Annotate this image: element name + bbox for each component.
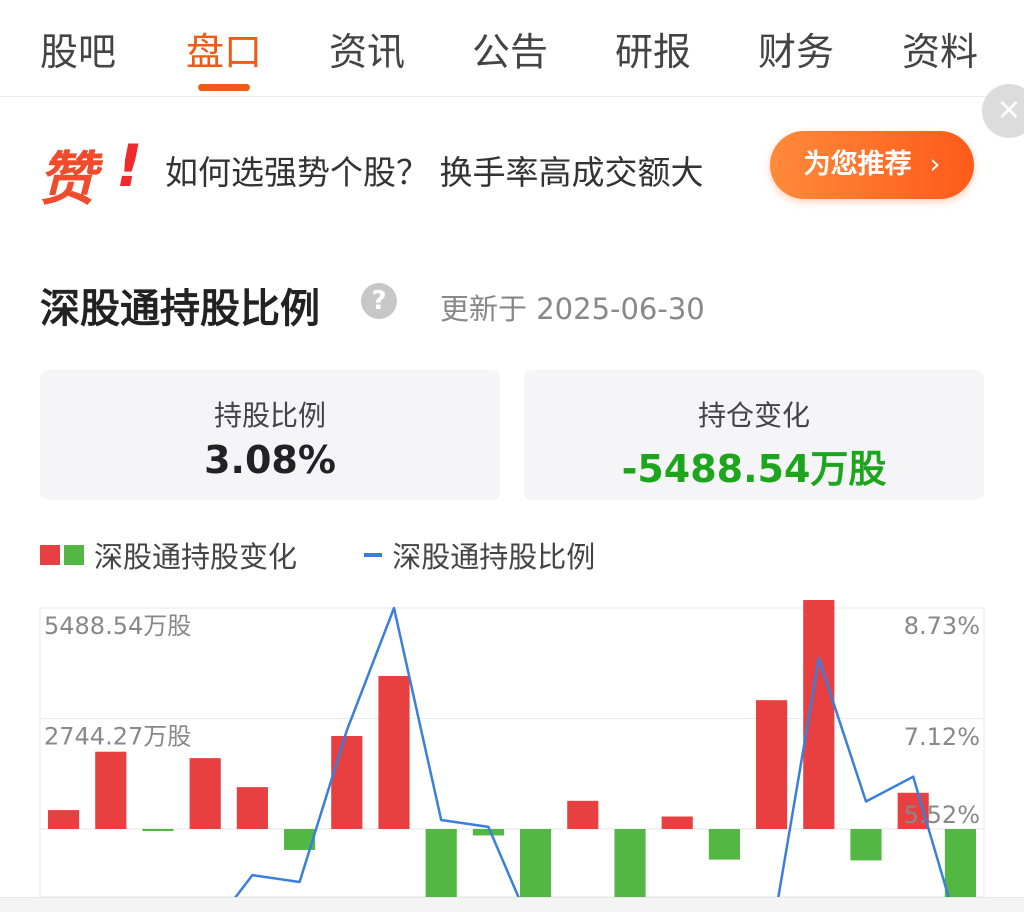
- bar-8: [425, 829, 457, 897]
- tab-bar: 股吧 盘口 资讯 公告 研报 财务 资料: [0, 0, 1024, 97]
- legend-line-swatch: [364, 553, 383, 557]
- chart-legend: 深股通持股变化 深股通持股比例: [40, 534, 595, 574]
- legend-red-swatch: [40, 545, 60, 565]
- zan-badge: 赞: [38, 145, 99, 213]
- tab-caiwu[interactable]: 财务: [758, 28, 834, 76]
- tab-guba[interactable]: 股吧: [40, 28, 116, 76]
- recommend-button-label: 为您推荐: [803, 149, 912, 180]
- section-title: 深股通持股比例: [40, 286, 320, 332]
- bar-1: [95, 751, 127, 829]
- close-icon[interactable]: ×: [982, 84, 1024, 138]
- bar-16: [803, 600, 835, 829]
- bar-14: [708, 829, 740, 860]
- bar-4: [236, 787, 268, 829]
- right-axis-label-0: 8.73%: [904, 612, 980, 640]
- bar-15: [756, 700, 788, 829]
- tab-yanbao[interactable]: 研报: [615, 28, 691, 76]
- bar-11: [567, 800, 599, 829]
- tab-ziliao[interactable]: 资料: [902, 28, 978, 76]
- holding-chart: 5488.54万股 2744.27万股 8.73% 7.12% 5.52%: [39, 600, 985, 897]
- bar-2: [142, 829, 174, 832]
- promo-text: 如何选强势个股？ 换手率高成交额大: [165, 153, 704, 192]
- tab-zixun[interactable]: 资讯: [329, 28, 405, 76]
- zan-exclaim: !: [116, 132, 143, 200]
- chart-frame: [39, 607, 985, 897]
- active-tab-indicator: [198, 84, 250, 91]
- position-change-label: 持仓变化: [697, 399, 810, 432]
- bar-0: [48, 810, 80, 829]
- left-axis-label-1: 2744.27万股: [44, 723, 191, 751]
- legend-bar-series: 深股通持股变化: [94, 540, 298, 574]
- help-icon[interactable]: ?: [361, 283, 397, 319]
- bar-7: [378, 675, 410, 829]
- bottom-edge: [0, 897, 1024, 912]
- bar-19: [944, 829, 976, 897]
- tab-gonggao[interactable]: 公告: [472, 28, 548, 76]
- chevron-right-icon: ›: [929, 149, 941, 180]
- update-date: 更新于 2025-06-30: [440, 292, 705, 326]
- holding-ratio-card: 持股比例 3.08%: [40, 370, 500, 500]
- bar-13: [661, 816, 693, 829]
- right-axis-label-2: 5.52%: [904, 801, 980, 829]
- tab-pankou[interactable]: 盘口: [186, 28, 262, 76]
- bar-12: [614, 829, 646, 897]
- position-change-value: -5488.54万股: [621, 447, 887, 491]
- bar-3: [189, 758, 221, 829]
- legend-green-swatch: [64, 545, 84, 565]
- bar-10: [520, 829, 552, 897]
- holding-ratio-label: 持股比例: [213, 399, 326, 432]
- bar-6: [331, 735, 363, 829]
- bar-17: [850, 829, 882, 861]
- legend-line-series: 深股通持股比例: [392, 540, 596, 574]
- right-axis-label-1: 7.12%: [904, 723, 980, 751]
- holding-ratio-value: 3.08%: [204, 438, 336, 482]
- position-change-card: 持仓变化 -5488.54万股: [524, 370, 984, 500]
- recommend-button[interactable]: 为您推荐 ›: [770, 131, 974, 199]
- left-axis-label-0: 5488.54万股: [44, 612, 191, 640]
